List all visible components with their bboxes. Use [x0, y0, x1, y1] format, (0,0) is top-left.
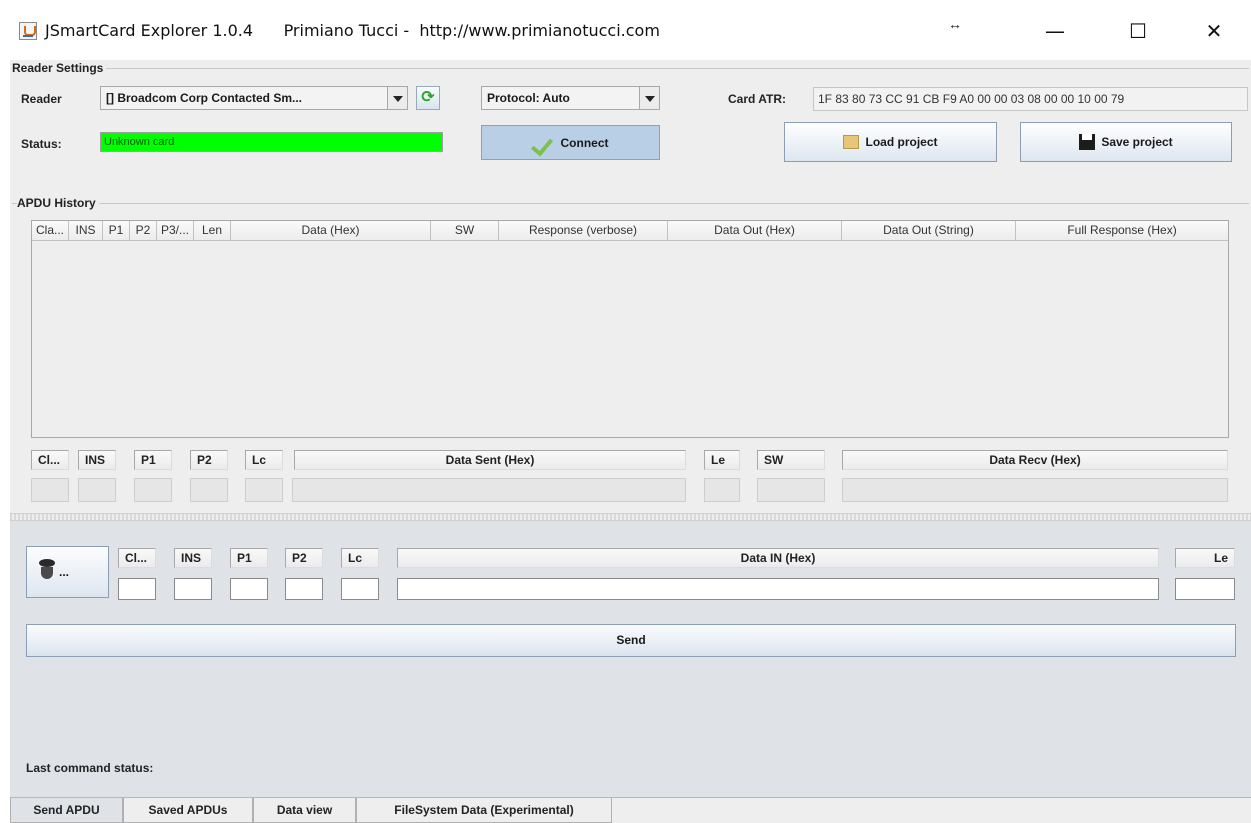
chevron-down-icon[interactable]	[387, 87, 407, 109]
column-header[interactable]: Data Out (String)	[842, 221, 1016, 241]
resize-arrows-icon: ↔	[948, 16, 962, 32]
spool-icon	[39, 559, 55, 579]
detail-lc-header: Lc	[245, 450, 283, 470]
checkmark-icon	[533, 135, 555, 151]
preset-button-label: ...	[59, 565, 70, 579]
status-value: Unknown card	[104, 136, 175, 148]
tab-data-view[interactable]: Data view	[253, 798, 356, 823]
detail-sw-header: SW	[757, 450, 825, 470]
protocol-select-value: Protocol: Auto	[487, 91, 570, 105]
detail-data-recv-value	[842, 478, 1228, 502]
column-header[interactable]: P3/...	[157, 221, 194, 241]
status-field: Unknown card	[100, 132, 443, 152]
reader-select[interactable]: [] Broadcom Corp Contacted Sm...	[100, 86, 408, 110]
column-header[interactable]: Full Response (Hex)	[1016, 221, 1228, 241]
reader-label: Reader	[21, 92, 62, 106]
maximize-button[interactable]: ☐	[1123, 16, 1153, 46]
table-header: Cla... INS P1 P2 P3/... Len Data (Hex) S…	[32, 221, 1228, 241]
send-cl-header: Cl...	[118, 548, 156, 568]
column-header[interactable]: P1	[103, 221, 130, 241]
save-project-button[interactable]: Save project	[1020, 122, 1232, 162]
client-area: Reader Settings Reader [] Broadcom Corp …	[10, 60, 1251, 823]
last-command-status-label: Last command status:	[26, 761, 154, 775]
bottom-tab-bar: Send APDU Saved APDUs Data view FileSyst…	[10, 797, 1251, 823]
apdu-history-legend: APDU History	[17, 196, 99, 210]
floppy-disk-icon	[1079, 134, 1096, 150]
cla-input[interactable]	[118, 578, 156, 600]
send-le-header: Le	[1175, 548, 1235, 568]
column-header[interactable]: Data Out (Hex)	[668, 221, 842, 241]
column-header[interactable]: SW	[431, 221, 499, 241]
folder-icon	[843, 135, 860, 149]
close-button[interactable]: ✕	[1199, 16, 1229, 46]
connect-button[interactable]: Connect	[481, 125, 660, 160]
detail-data-sent-header: Data Sent (Hex)	[294, 450, 686, 470]
lc-input[interactable]	[341, 578, 379, 600]
send-ins-header: INS	[174, 548, 212, 568]
protocol-select[interactable]: Protocol: Auto	[481, 86, 660, 110]
card-atr-label: Card ATR:	[728, 92, 786, 106]
detail-data-recv-header: Data Recv (Hex)	[842, 450, 1228, 470]
detail-p2-value	[190, 478, 228, 502]
column-header[interactable]: INS	[69, 221, 103, 241]
p1-input[interactable]	[230, 578, 268, 600]
tab-filesystem-data[interactable]: FileSystem Data (Experimental)	[356, 798, 612, 823]
refresh-icon: ⟳	[421, 89, 435, 106]
send-p1-header: P1	[230, 548, 268, 568]
column-header[interactable]: P2	[130, 221, 157, 241]
p2-input[interactable]	[285, 578, 323, 600]
detail-sw-value	[757, 478, 825, 502]
load-project-label: Load project	[865, 135, 938, 149]
detail-ins-value	[78, 478, 116, 502]
column-header[interactable]: Data (Hex)	[231, 221, 431, 241]
detail-le-header: Le	[704, 450, 740, 470]
send-button[interactable]: Send	[26, 624, 1236, 657]
card-atr-field[interactable]: 1F 83 80 73 CC 91 CB F9 A0 00 00 03 08 0…	[813, 87, 1248, 111]
load-project-button[interactable]: Load project	[784, 122, 997, 162]
send-lc-header: Lc	[341, 548, 379, 568]
apdu-preset-button[interactable]: ...	[26, 546, 109, 598]
tab-saved-apdus[interactable]: Saved APDUs	[123, 798, 253, 823]
detail-p1-value	[134, 478, 172, 502]
send-data-in-header: Data IN (Hex)	[397, 548, 1159, 568]
reader-settings-group	[12, 68, 1249, 69]
tab-send-apdu[interactable]: Send APDU	[10, 798, 123, 823]
chevron-down-icon[interactable]	[639, 87, 659, 109]
connect-label: Connect	[560, 135, 609, 150]
detail-data-sent-value	[292, 478, 686, 502]
send-apdu-panel: ... Cl... INS P1 P2 Lc Data IN (Hex) Le …	[10, 521, 1251, 797]
send-p2-header: P2	[285, 548, 323, 568]
java-app-icon	[19, 22, 37, 40]
detail-ins-header: INS	[78, 450, 116, 470]
detail-p1-header: P1	[134, 450, 172, 470]
data-in-input[interactable]	[397, 578, 1159, 600]
column-header[interactable]: Cla...	[32, 221, 69, 241]
detail-cl-header: Cl...	[31, 450, 69, 470]
window-title: JSmartCard Explorer 1.0.4 Primiano Tucci…	[45, 21, 660, 40]
apdu-history-group	[12, 203, 1249, 204]
le-input[interactable]	[1175, 578, 1235, 600]
title-bar: JSmartCard Explorer 1.0.4 Primiano Tucci…	[0, 0, 1251, 60]
split-pane-divider[interactable]	[10, 513, 1251, 521]
detail-lc-value	[245, 478, 283, 502]
card-atr-value: 1F 83 80 73 CC 91 CB F9 A0 00 00 03 08 0…	[818, 92, 1125, 106]
apdu-history-table[interactable]: Cla... INS P1 P2 P3/... Len Data (Hex) S…	[31, 220, 1229, 438]
reader-settings-legend: Reader Settings	[12, 61, 107, 75]
column-header[interactable]: Response (verbose)	[499, 221, 668, 241]
detail-le-value	[704, 478, 740, 502]
save-project-label: Save project	[1101, 135, 1173, 149]
detail-p2-header: P2	[190, 450, 228, 470]
refresh-readers-button[interactable]: ⟳	[416, 86, 440, 110]
ins-input[interactable]	[174, 578, 212, 600]
status-label: Status:	[21, 137, 62, 151]
minimize-button[interactable]: —	[1040, 16, 1070, 46]
column-header[interactable]: Len	[194, 221, 231, 241]
detail-cl-value	[31, 478, 69, 502]
reader-select-value: [] Broadcom Corp Contacted Sm...	[106, 91, 303, 105]
